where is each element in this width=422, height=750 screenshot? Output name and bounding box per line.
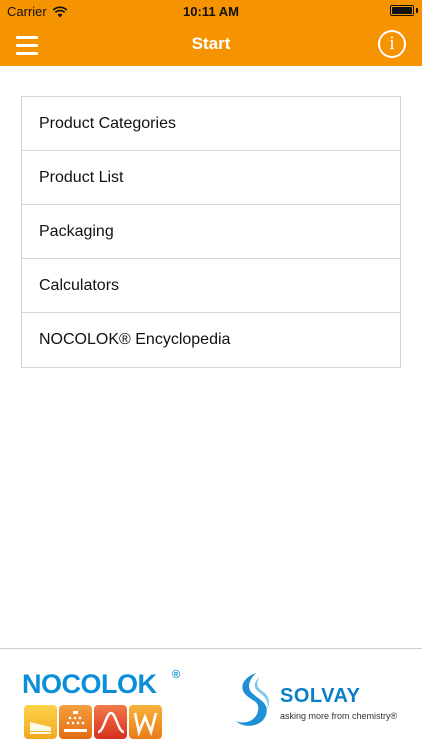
page-title: Start — [191, 34, 231, 53]
solvay-tagline: asking more from chemistry® — [280, 711, 398, 721]
menu-item-label: Calculators — [39, 276, 120, 294]
start-menu-list: Product Categories Product List Packagin… — [21, 96, 401, 368]
solvay-logo: SOLVAY asking more from chemistry® — [230, 671, 400, 741]
info-icon[interactable]: i — [378, 30, 406, 58]
nav-bar: Start i — [0, 22, 422, 66]
menu-item-label: NOCOLOK® Encyclopedia — [39, 331, 231, 348]
battery-icon — [390, 5, 414, 16]
heat-curve-icon — [94, 705, 127, 739]
menu-item-packaging[interactable]: Packaging — [22, 205, 400, 259]
menu-item-label: Product Categories — [39, 114, 176, 132]
footer: NOCOLOK ® SOLVAY asking more from chemis… — [0, 648, 422, 750]
brazed-joint-icon — [129, 705, 162, 739]
brazing-tray-icon — [24, 705, 57, 739]
battery-tip — [416, 8, 418, 13]
solvay-swirl-icon — [236, 673, 269, 726]
nocolok-logo: NOCOLOK ® — [22, 669, 186, 745]
solvay-wordmark: SOLVAY — [280, 685, 361, 707]
nocolok-icon-tiles — [24, 705, 162, 739]
menu-item-label: Product List — [39, 168, 124, 186]
nocolok-wordmark: NOCOLOK — [22, 669, 157, 699]
spray-flux-icon — [59, 705, 92, 739]
status-time: 10:11 AM — [183, 4, 239, 19]
menu-item-product-categories[interactable]: Product Categories — [22, 97, 400, 151]
status-bar: Carrier 10:11 AM — [0, 0, 422, 22]
menu-item-encyclopedia[interactable]: NOCOLOK® Encyclopedia — [22, 313, 400, 367]
menu-item-label: Packaging — [39, 222, 114, 240]
nocolok-registered-mark: ® — [172, 669, 181, 681]
menu-item-calculators[interactable]: Calculators — [22, 259, 400, 313]
menu-item-product-list[interactable]: Product List — [22, 151, 400, 205]
